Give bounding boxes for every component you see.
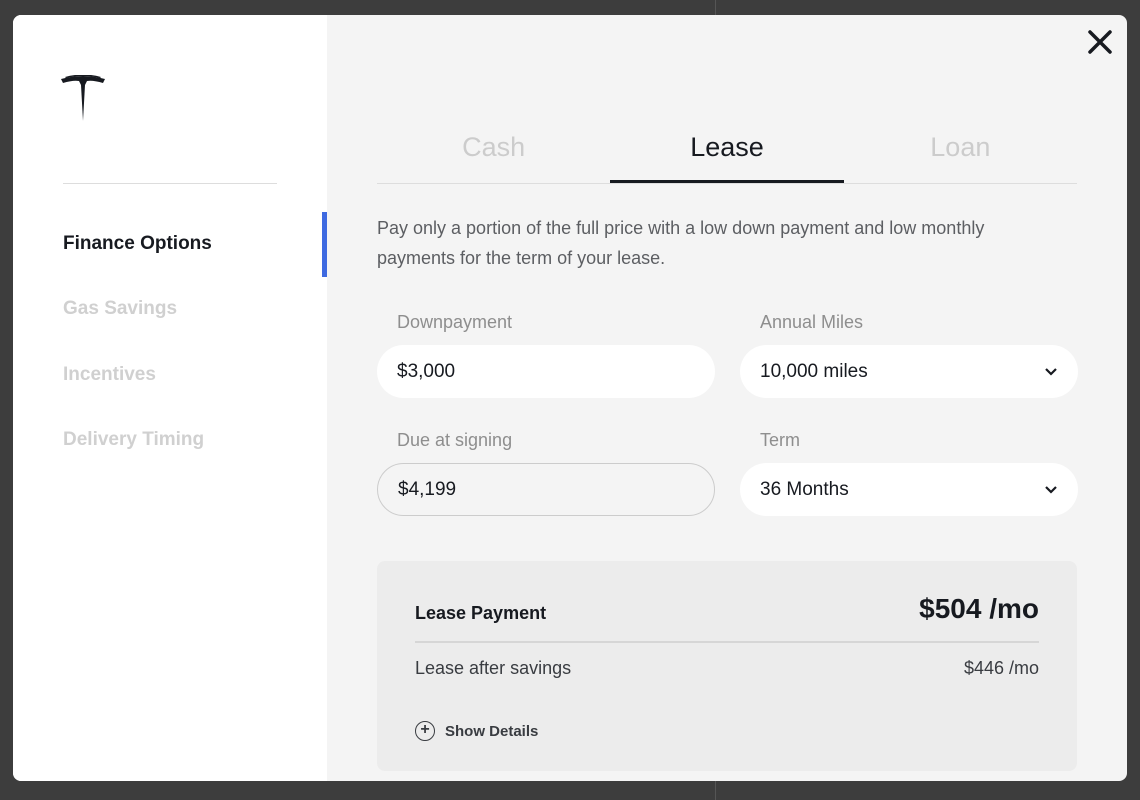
lease-description: Pay only a portion of the full price wit… <box>377 218 985 268</box>
term-label: Term <box>760 430 800 450</box>
downpayment-label: Downpayment <box>397 312 513 332</box>
sidebar-divider <box>63 183 277 184</box>
sidebar-item-incentives[interactable]: Incentives <box>63 364 156 386</box>
tab-cash[interactable]: Cash <box>377 125 610 183</box>
due-at-signing-field: $4,199 <box>377 463 715 516</box>
plus-circle-icon: + <box>415 721 435 741</box>
show-details-label: Show Details <box>445 722 539 740</box>
finance-modal: Finance Options Gas Savings Incentives D… <box>13 15 1127 781</box>
downpayment-input[interactable]: $3,000 <box>377 345 715 398</box>
due-at-signing-label: Due at signing <box>397 430 513 450</box>
annual-miles-label: Annual Miles <box>760 312 864 332</box>
sidebar: Finance Options Gas Savings Incentives D… <box>13 15 327 781</box>
lease-after-savings-value: $446 /mo <box>963 658 1039 678</box>
lease-after-savings-label: Lease after savings <box>415 658 572 678</box>
chevron-down-icon <box>1045 486 1057 494</box>
close-icon[interactable] <box>1085 27 1115 57</box>
payment-tabs: Cash Lease Loan <box>377 125 1077 184</box>
annual-miles-value: 10,000 miles <box>760 361 868 382</box>
term-select[interactable]: 36 Months <box>740 463 1078 516</box>
tab-lease[interactable]: Lease <box>610 125 844 183</box>
sidebar-item-gas-savings[interactable]: Gas Savings <box>63 298 177 320</box>
background-divider <box>715 0 716 15</box>
sidebar-item-delivery-timing[interactable]: Delivery Timing <box>63 429 204 451</box>
summary-divider <box>415 641 1039 643</box>
term-value: 36 Months <box>760 479 849 500</box>
lease-payment-value: $504 /mo <box>919 593 1039 624</box>
tab-loan[interactable]: Loan <box>844 125 1077 183</box>
active-indicator <box>322 212 327 277</box>
show-details-button[interactable]: + Show Details <box>415 721 538 741</box>
chevron-down-icon <box>1045 368 1057 376</box>
lease-payment-label: Lease Payment <box>415 603 547 623</box>
payment-summary: Lease Payment $504 /mo Lease after savin… <box>377 561 1077 771</box>
background-divider <box>715 781 716 800</box>
annual-miles-select[interactable]: 10,000 miles <box>740 345 1078 398</box>
sidebar-item-finance-options[interactable]: Finance Options <box>63 233 212 255</box>
tesla-logo-icon <box>61 75 105 121</box>
